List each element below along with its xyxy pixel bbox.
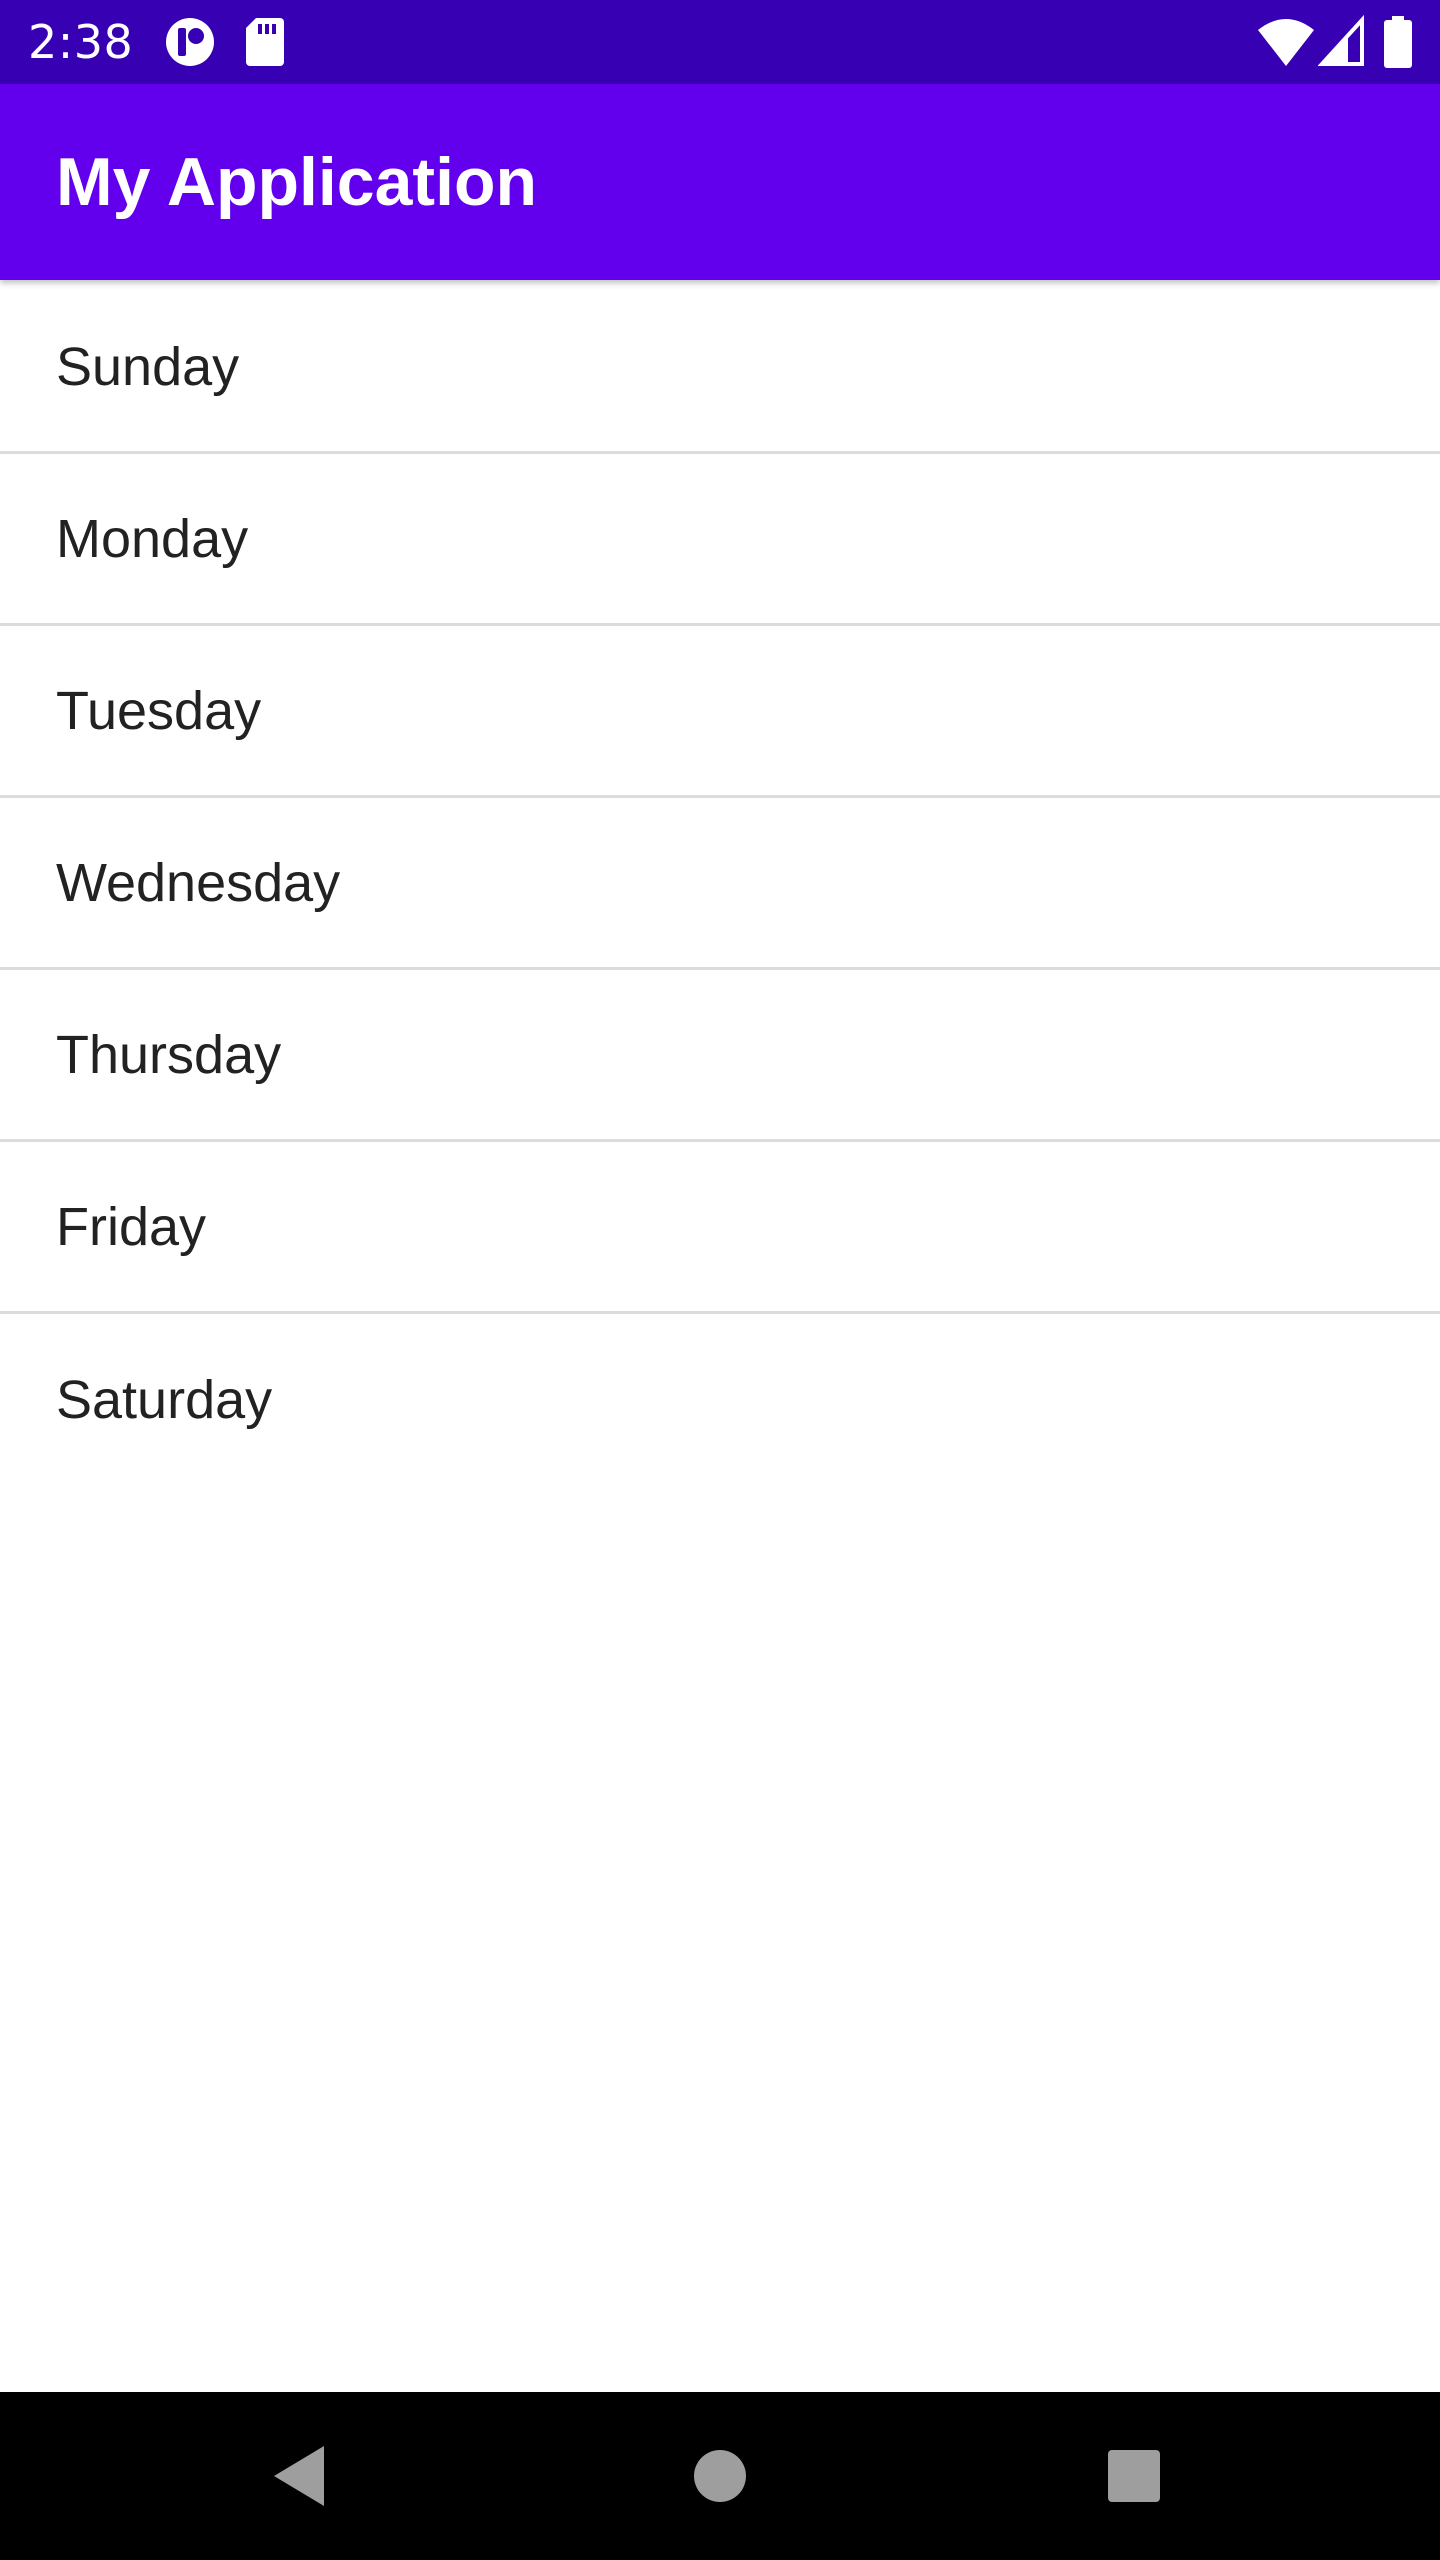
day-list: Sunday Monday Tuesday Wednesday Thursday… xyxy=(0,282,1440,1486)
list-item-label: Monday xyxy=(56,508,249,569)
app-bar: My Application xyxy=(0,84,1440,280)
status-time: 2:38 xyxy=(28,15,134,69)
list-item-thursday[interactable]: Thursday xyxy=(0,970,1440,1142)
list-item-label: Friday xyxy=(56,1196,207,1257)
wifi-icon xyxy=(1258,19,1314,66)
list-item-wednesday[interactable]: Wednesday xyxy=(0,798,1440,970)
list-item-tuesday[interactable]: Tuesday xyxy=(0,626,1440,798)
home-icon[interactable] xyxy=(672,2428,768,2524)
screen: 2:38 My Application Sunday Monday Tuesda… xyxy=(0,0,1440,2560)
recents-icon[interactable] xyxy=(1086,2428,1182,2524)
list-item-label: Thursday xyxy=(56,1024,282,1085)
cell-signal-icon xyxy=(1318,14,1364,66)
list-item-label: Saturday xyxy=(56,1370,273,1430)
list-item-saturday[interactable]: Saturday xyxy=(0,1314,1440,1486)
list-item-label: Sunday xyxy=(56,336,240,397)
list-item-label: Wednesday xyxy=(56,852,341,913)
nav-bar xyxy=(0,2392,1440,2560)
list-item-monday[interactable]: Monday xyxy=(0,454,1440,626)
battery-icon xyxy=(1384,16,1412,68)
sd-card-icon xyxy=(246,18,284,66)
list-item-label: Tuesday xyxy=(56,680,262,741)
list-item-sunday[interactable]: Sunday xyxy=(0,282,1440,454)
app-title: My Application xyxy=(56,144,538,220)
status-bar: 2:38 xyxy=(0,0,1440,84)
list-item-friday[interactable]: Friday xyxy=(0,1142,1440,1314)
notification-app-icon xyxy=(166,18,214,66)
back-icon[interactable] xyxy=(252,2428,348,2524)
